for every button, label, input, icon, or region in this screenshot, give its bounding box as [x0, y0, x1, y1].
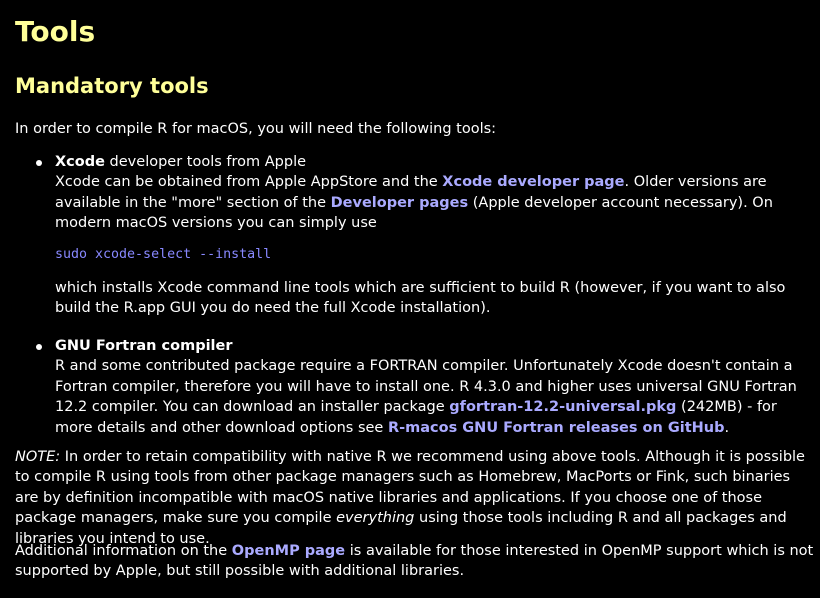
bullet-icon	[36, 344, 42, 350]
xcode-text-1: Xcode can be obtained from Apple AppStor…	[55, 174, 443, 191]
note-paragraph: NOTE: In order to retain compatibility w…	[15, 447, 815, 549]
list-item-fortran: GNU Fortran compiler R and some contribu…	[15, 336, 815, 446]
fortran-releases-link[interactable]: R-macos GNU Fortran releases on GitHub	[388, 420, 725, 436]
fortran-text-3: .	[724, 419, 730, 436]
xcode-followup-text: which installs Xcode command line tools …	[55, 279, 786, 317]
tools-list: Xcode developer tools from Apple Xcode c…	[15, 152, 815, 446]
developer-pages-link[interactable]: Developer pages	[331, 195, 469, 211]
extra-text-1: Additional information on the	[15, 543, 232, 559]
section-title: Mandatory tools	[15, 74, 209, 98]
xcode-heading-line: Xcode developer tools from Apple	[55, 152, 815, 172]
bullet-icon	[36, 160, 42, 166]
openmp-page-link[interactable]: OpenMP page	[232, 543, 345, 559]
fortran-heading-line: GNU Fortran compiler	[55, 336, 815, 356]
list-item-xcode: Xcode developer tools from Apple Xcode c…	[15, 152, 815, 336]
fortran-term: GNU Fortran compiler	[55, 338, 233, 354]
page-title: Tools	[15, 15, 96, 48]
fortran-description: R and some contributed package require a…	[55, 356, 815, 438]
xcode-description: Xcode can be obtained from Apple AppStor…	[55, 172, 815, 233]
note-emphasis: everything	[336, 510, 415, 527]
xcode-developer-page-link[interactable]: Xcode developer page	[442, 174, 624, 190]
xcode-term: Xcode	[55, 154, 105, 170]
additional-info-paragraph: Additional information on the OpenMP pag…	[15, 541, 815, 582]
xcode-term-suffix: developer tools from Apple	[104, 154, 307, 170]
gfortran-pkg-link[interactable]: gfortran-12.2-universal.pkg	[449, 399, 676, 415]
note-label: NOTE:	[15, 449, 61, 465]
xcode-install-command: sudo xcode-select --install	[55, 246, 272, 262]
intro-paragraph: In order to compile R for macOS, you wil…	[15, 121, 497, 137]
